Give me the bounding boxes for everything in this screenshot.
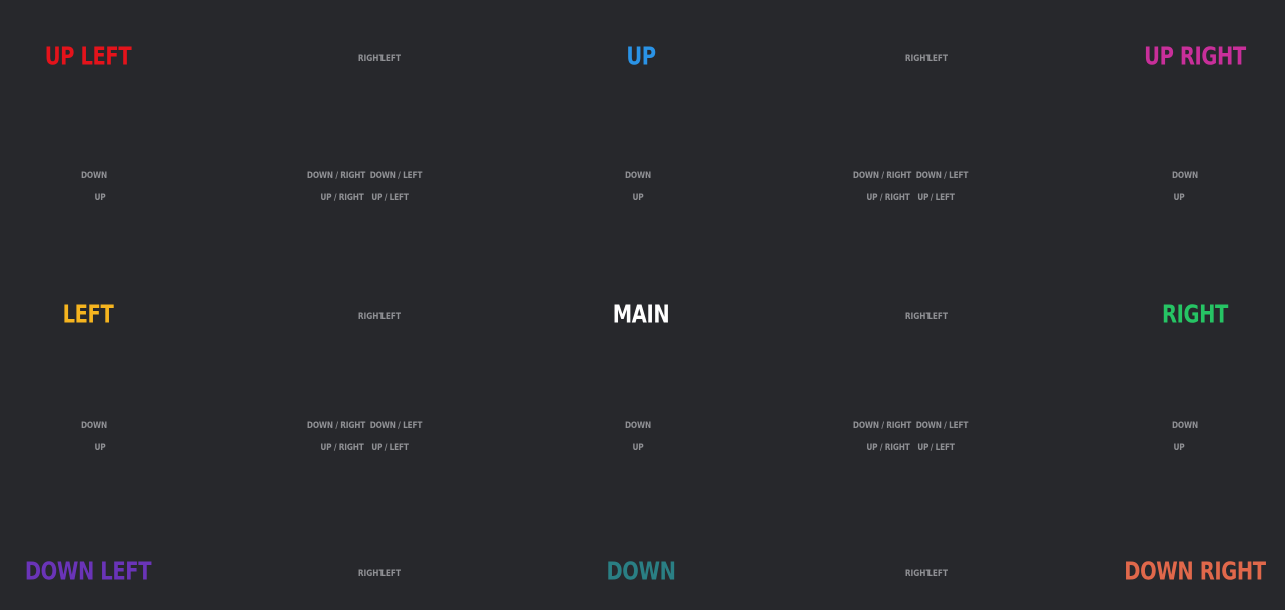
nav-down-right-r4c2[interactable]: DOWN / RIGHT — [300, 421, 371, 431]
nav-down-left-r2c4[interactable]: DOWN / LEFT — [910, 171, 974, 181]
title-down: DOWN — [606, 556, 676, 586]
nav-down-r4c5[interactable]: DOWN — [1169, 421, 1201, 431]
nav-up-left-r2c2[interactable]: UP / LEFT — [367, 193, 413, 203]
title-left: LEFT — [62, 299, 114, 329]
nav-down-r2c3[interactable]: DOWN — [622, 171, 654, 181]
nav-down-left-r4c4[interactable]: DOWN / LEFT — [910, 421, 974, 431]
nav-left-row3-b[interactable]: LEFT — [926, 312, 950, 322]
slide-grid: UP LEFT RIGHT LEFT UP RIGHT LEFT UP RIGH… — [0, 0, 1285, 610]
nav-left-row3-a[interactable]: LEFT — [379, 312, 403, 322]
nav-up-right-r2c2[interactable]: UP / RIGHT — [316, 193, 369, 203]
nav-left-row5-b[interactable]: LEFT — [926, 569, 950, 579]
title-main: MAIN — [612, 299, 670, 329]
nav-down-r2c5[interactable]: DOWN — [1169, 171, 1201, 181]
nav-down-right-r2c4[interactable]: DOWN / RIGHT — [846, 171, 917, 181]
nav-up-r4c3[interactable]: UP — [631, 443, 645, 453]
title-down-right: DOWN RIGHT — [1124, 556, 1266, 586]
nav-up-r4c5[interactable]: UP — [1172, 443, 1186, 453]
nav-down-right-r2c2[interactable]: DOWN / RIGHT — [300, 171, 371, 181]
nav-left-row1-b[interactable]: LEFT — [926, 54, 950, 64]
title-up: UP — [626, 41, 656, 71]
title-up-right: UP RIGHT — [1144, 41, 1246, 71]
nav-down-left-r2c2[interactable]: DOWN / LEFT — [364, 171, 428, 181]
nav-up-left-r4c4[interactable]: UP / LEFT — [913, 443, 959, 453]
nav-up-r4c1[interactable]: UP — [93, 443, 107, 453]
nav-up-r2c3[interactable]: UP — [631, 193, 645, 203]
nav-up-r2c1[interactable]: UP — [93, 193, 107, 203]
nav-down-right-r4c4[interactable]: DOWN / RIGHT — [846, 421, 917, 431]
nav-down-r4c3[interactable]: DOWN — [622, 421, 654, 431]
nav-left-row5-a[interactable]: LEFT — [379, 569, 403, 579]
nav-down-r2c1[interactable]: DOWN — [78, 171, 110, 181]
nav-up-left-r2c4[interactable]: UP / LEFT — [913, 193, 959, 203]
title-right: RIGHT — [1162, 299, 1228, 329]
nav-down-left-r4c2[interactable]: DOWN / LEFT — [364, 421, 428, 431]
nav-left-row1-a[interactable]: LEFT — [379, 54, 403, 64]
nav-up-left-r4c2[interactable]: UP / LEFT — [367, 443, 413, 453]
nav-down-r4c1[interactable]: DOWN — [78, 421, 110, 431]
title-down-left: DOWN LEFT — [24, 556, 152, 586]
nav-up-right-r2c4[interactable]: UP / RIGHT — [862, 193, 915, 203]
title-up-left: UP LEFT — [44, 41, 132, 71]
nav-up-right-r4c4[interactable]: UP / RIGHT — [862, 443, 915, 453]
nav-up-r2c5[interactable]: UP — [1172, 193, 1186, 203]
nav-up-right-r4c2[interactable]: UP / RIGHT — [316, 443, 369, 453]
